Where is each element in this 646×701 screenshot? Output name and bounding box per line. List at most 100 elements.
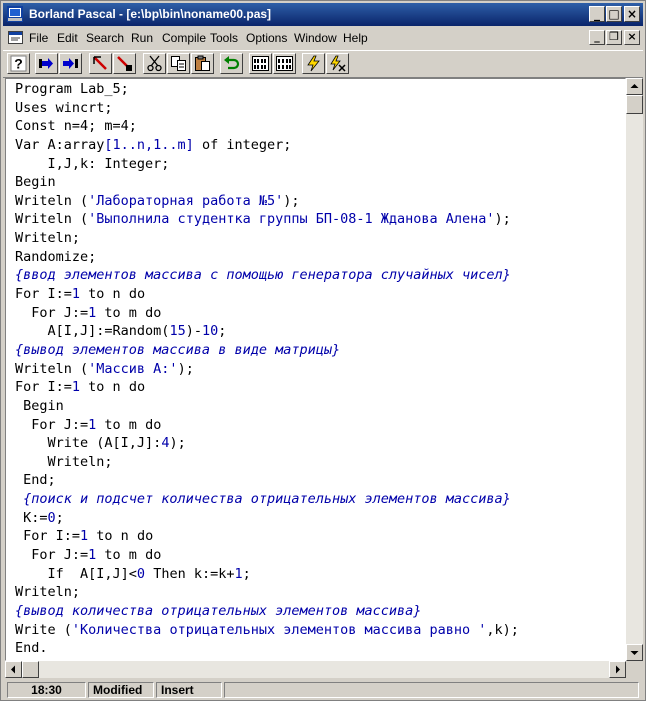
minimize-button[interactable]: _ <box>589 6 605 22</box>
code-line[interactable]: K:=0; <box>15 509 519 528</box>
code-line[interactable]: End. <box>15 639 519 658</box>
code-line[interactable]: I,J,k: Integer; <box>15 155 519 174</box>
document-close-button[interactable]: × <box>624 30 640 45</box>
scroll-left-button[interactable] <box>5 661 22 678</box>
paste-button[interactable] <box>191 53 214 74</box>
menu-window[interactable]: Window <box>294 31 337 45</box>
close-button[interactable]: × <box>624 6 640 22</box>
code-token: For I:= <box>15 286 72 303</box>
code-line[interactable]: Var A:array[1..n,1..m] of integer; <box>15 136 519 155</box>
code-token: Writeln; <box>15 453 113 470</box>
code-token: to n do <box>88 528 154 545</box>
code-line[interactable]: {ввод элементов массива с помощью генера… <box>15 266 519 285</box>
menu-compile[interactable]: Compile <box>162 31 206 45</box>
document-restore-button[interactable]: ❐ <box>606 30 622 45</box>
code-token: Randomize; <box>15 248 97 265</box>
code-line[interactable]: For I:=1 to n do <box>15 378 519 397</box>
code-line[interactable]: Writeln; <box>15 229 519 248</box>
code-line[interactable]: For J:=1 to m do <box>15 304 519 323</box>
menu-options[interactable]: Options <box>246 31 287 45</box>
menu-tools[interactable]: Tools <box>210 31 238 45</box>
compile-button[interactable] <box>249 53 272 74</box>
code-line[interactable]: Writeln ('Лабораторная работа №5'); <box>15 192 519 211</box>
code-token: Writeln ( <box>15 192 89 209</box>
document-minimize-button[interactable]: _ <box>589 30 605 45</box>
cut-button[interactable] <box>143 53 166 74</box>
code-editor[interactable]: Program Lab_5; Uses wincrt; Const n=4; m=4… <box>5 78 626 661</box>
code-line[interactable]: {вывод количества отрицательных элементо… <box>15 602 519 621</box>
code-token: A[I,J]:=Random( <box>15 323 170 340</box>
make-icon <box>276 56 293 71</box>
step-over-button[interactable] <box>35 53 58 74</box>
code-token: Writeln; <box>15 584 81 601</box>
code-string: 'Массив А:' <box>88 360 178 377</box>
code-line[interactable]: End; <box>15 471 519 490</box>
document-window-icon[interactable] <box>8 31 24 45</box>
debug-run-button[interactable] <box>326 53 349 74</box>
horizontal-scrollbar[interactable] <box>5 661 626 678</box>
borland-pascal-app-icon[interactable] <box>7 6 23 22</box>
breakpoint-button[interactable] <box>113 53 136 74</box>
undo-button[interactable] <box>220 53 243 74</box>
goto-cursor-button[interactable] <box>89 53 112 74</box>
vertical-scroll-thumb[interactable] <box>626 95 643 114</box>
code-token: ); <box>283 192 300 209</box>
help-button[interactable]: ? <box>7 53 30 74</box>
code-token: Writeln ( <box>15 211 89 228</box>
run-button[interactable] <box>302 53 325 74</box>
code-string: 'Выполнила студентка группы БП-08-1 Ждан… <box>88 211 495 228</box>
menu-edit[interactable]: Edit <box>57 31 78 45</box>
code-token: For J:= <box>15 416 89 433</box>
code-line[interactable]: Begin <box>15 173 519 192</box>
code-line[interactable]: If A[I,J]<0 Then k:=k+1; <box>15 565 519 584</box>
menu-file[interactable]: File <box>29 31 48 45</box>
code-line[interactable]: Writeln; <box>15 453 519 472</box>
code-token: to m do <box>96 416 162 433</box>
code-line[interactable]: Write ('Количества отрицательных элемент… <box>15 621 519 640</box>
svg-text:?: ? <box>14 56 23 72</box>
code-line[interactable]: Randomize; <box>15 248 519 267</box>
code-line[interactable]: Write (A[I,J]:4); <box>15 434 519 453</box>
menu-bar: File Edit Search Run Compile Tools Optio… <box>3 28 643 48</box>
undo-icon <box>224 56 240 70</box>
code-line[interactable]: For I:=1 to n do <box>15 285 519 304</box>
code-line[interactable]: Begin <box>15 397 519 416</box>
code-token: ,k); <box>486 621 519 638</box>
code-number: 0 <box>47 509 56 526</box>
help-icon: ? <box>10 55 27 72</box>
title-bar[interactable]: Borland Pascal - [e:\bp\bin\noname00.pas… <box>3 3 643 26</box>
code-line[interactable]: Writeln ('Выполнила студентка группы БП-… <box>15 210 519 229</box>
debug-run-icon <box>330 55 346 72</box>
scroll-up-button[interactable] <box>626 78 643 95</box>
code-token: Then k:=k+ <box>145 565 235 582</box>
code-line[interactable]: A[I,J]:=Random(15)-10; <box>15 322 519 341</box>
menu-run[interactable]: Run <box>131 31 153 45</box>
code-line[interactable]: {поиск и подсчет количества отрицательны… <box>15 490 519 509</box>
compile-icon <box>252 56 269 71</box>
code-line[interactable]: Program Lab_5; <box>15 80 519 99</box>
make-button[interactable] <box>273 53 296 74</box>
copy-button[interactable] <box>167 53 190 74</box>
code-line[interactable]: Const n=4; m=4; <box>15 117 519 136</box>
menu-help[interactable]: Help <box>343 31 368 45</box>
scroll-right-button[interactable] <box>609 661 626 678</box>
maximize-button[interactable]: □ <box>606 6 622 22</box>
horizontal-scroll-thumb[interactable] <box>22 661 39 678</box>
trace-into-button[interactable] <box>59 53 82 74</box>
code-line[interactable]: Writeln; <box>15 583 519 602</box>
code-line[interactable]: {вывод элементов массива в виде матрицы} <box>15 341 519 360</box>
vertical-scrollbar[interactable] <box>626 78 643 661</box>
code-line[interactable]: Writeln ('Массив А:'); <box>15 360 519 379</box>
menu-search[interactable]: Search <box>86 31 124 45</box>
code-line[interactable]: For I:=1 to n do <box>15 527 519 546</box>
arrow-left-icon <box>11 665 15 674</box>
modified-indicator: Modified <box>88 682 154 698</box>
code-line[interactable]: For J:=1 to m do <box>15 416 519 435</box>
code-token: to n do <box>80 379 146 396</box>
code-token: For J:= <box>15 547 89 564</box>
scroll-down-button[interactable] <box>626 644 643 661</box>
code-line[interactable]: For J:=1 to m do <box>15 546 519 565</box>
code-line[interactable]: Uses wincrt; <box>15 99 519 118</box>
status-bar: 18:30 Modified Insert <box>3 681 643 699</box>
code-comment: {ввод элементов массива с помощью генера… <box>15 267 511 284</box>
